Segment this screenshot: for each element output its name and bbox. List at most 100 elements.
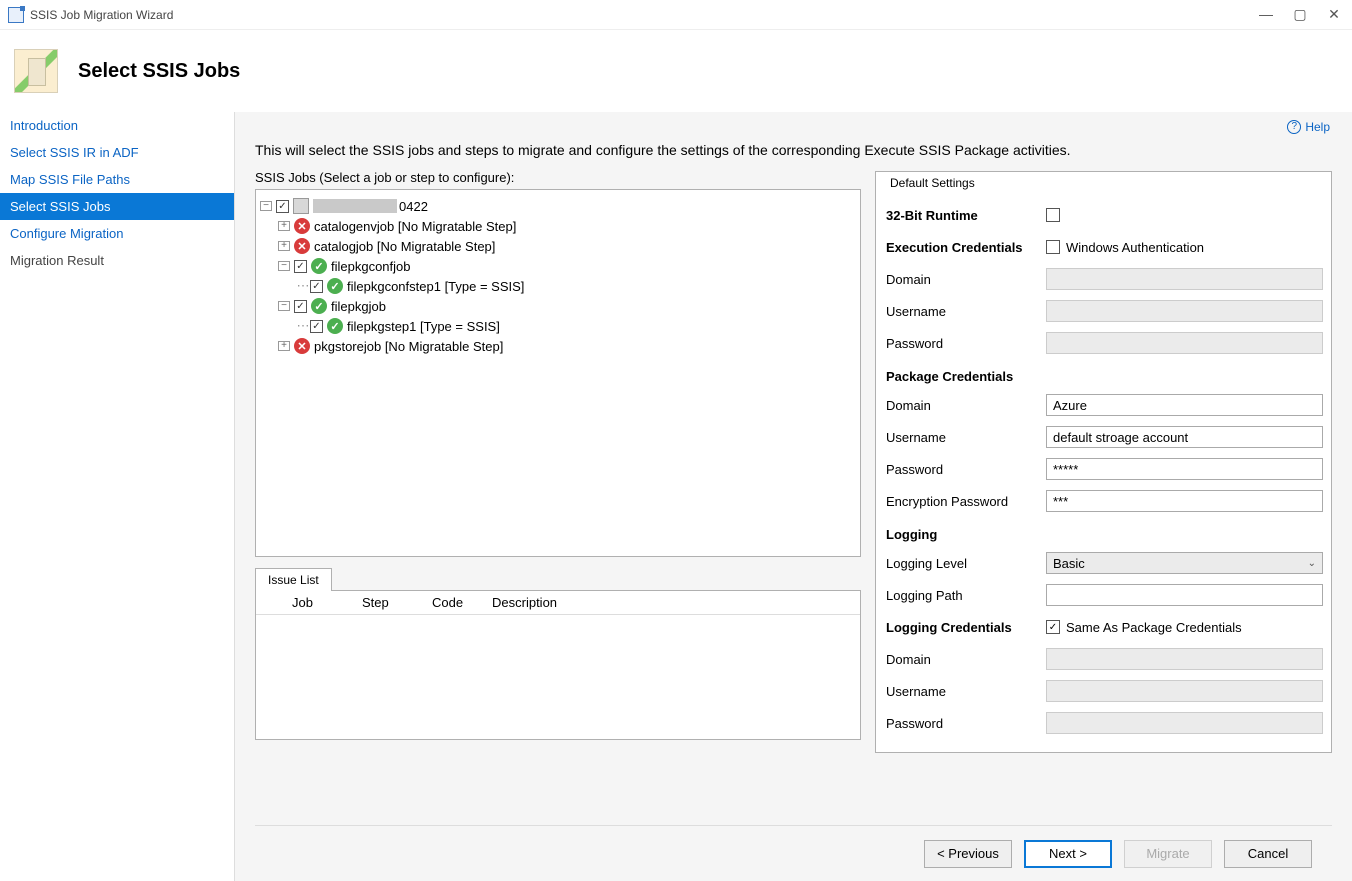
label-logging-credentials: Logging Credentials — [886, 620, 1046, 635]
redacted-server-name — [313, 199, 397, 213]
tree-node-pkgstorejob[interactable]: + ✕ pkgstorejob [No Migratable Step] — [260, 336, 856, 356]
label-exec-credentials: Execution Credentials — [886, 240, 1046, 255]
collapse-icon[interactable]: − — [278, 261, 290, 271]
checkbox-windows-auth[interactable] — [1046, 240, 1060, 254]
ssis-jobs-tree[interactable]: − 0422 + ✕ catalogenvjob [No Migratable … — [255, 189, 861, 557]
input-exec-username — [1046, 300, 1323, 322]
previous-button[interactable]: < Previous — [924, 840, 1012, 868]
label-log-password: Password — [886, 716, 1046, 731]
maximize-button[interactable]: ▢ — [1290, 6, 1310, 23]
issue-col-job[interactable]: Job — [284, 591, 354, 614]
issue-col-code[interactable]: Code — [424, 591, 484, 614]
issue-col-description[interactable]: Description — [484, 591, 860, 614]
sidebar-item-map-file-paths[interactable]: Map SSIS File Paths — [0, 166, 234, 193]
ok-icon: ✓ — [311, 258, 327, 274]
tree-caption: SSIS Jobs (Select a job or step to confi… — [255, 170, 861, 185]
cancel-button[interactable]: Cancel — [1224, 840, 1312, 868]
next-button[interactable]: Next > — [1024, 840, 1112, 868]
settings-panel: 32-Bit Runtime Execution Credentials Win… — [875, 193, 1332, 753]
window-title: SSIS Job Migration Wizard — [30, 8, 173, 22]
ok-icon: ✓ — [327, 278, 343, 294]
wizard-icon — [14, 49, 58, 93]
label-pkg-username: Username — [886, 430, 1046, 445]
section-package-credentials: Package Credentials — [886, 364, 1323, 390]
input-pkg-domain[interactable] — [1046, 394, 1323, 416]
label-pkg-password: Password — [886, 462, 1046, 477]
tree-node-filepkgjob[interactable]: − ✓ filepkgjob — [260, 296, 856, 316]
titlebar: SSIS Job Migration Wizard — ▢ ✕ — [0, 0, 1352, 30]
help-icon: ? — [1287, 120, 1301, 134]
sidebar-item-introduction[interactable]: Introduction — [0, 112, 234, 139]
input-encryption-password[interactable] — [1046, 490, 1323, 512]
tree-node-filepkgconfjob[interactable]: − ✓ filepkgconfjob — [260, 256, 856, 276]
tree-node-filepkgstep1[interactable]: ⋯ ✓ filepkgstep1 [Type = SSIS] — [260, 316, 856, 336]
select-logging-level-value: Basic — [1053, 556, 1085, 571]
issue-col-step[interactable]: Step — [354, 591, 424, 614]
root-suffix: 0422 — [399, 199, 428, 214]
label-exec-password: Password — [886, 336, 1046, 351]
input-exec-password — [1046, 332, 1323, 354]
label-pkg-domain: Domain — [886, 398, 1046, 413]
checkbox-32bit-runtime[interactable] — [1046, 208, 1060, 222]
server-icon — [293, 198, 309, 214]
label-same-as-pkg: Same As Package Credentials — [1066, 620, 1242, 635]
job-checkbox[interactable] — [294, 300, 307, 313]
collapse-icon[interactable]: − — [278, 301, 290, 311]
input-pkg-password[interactable] — [1046, 458, 1323, 480]
wizard-header: Select SSIS Jobs — [0, 30, 1352, 112]
error-icon: ✕ — [294, 218, 310, 234]
expand-icon[interactable]: + — [278, 241, 290, 251]
expand-icon[interactable]: + — [278, 221, 290, 231]
checkbox-same-as-pkg[interactable] — [1046, 620, 1060, 634]
help-link[interactable]: ? Help — [1287, 120, 1330, 134]
label-exec-username: Username — [886, 304, 1046, 319]
help-label: Help — [1305, 120, 1330, 134]
page-title: Select SSIS Jobs — [78, 60, 240, 83]
label-log-domain: Domain — [886, 652, 1046, 667]
tree-node-catalogjob[interactable]: + ✕ catalogjob [No Migratable Step] — [260, 236, 856, 256]
root-checkbox[interactable] — [276, 200, 289, 213]
issue-list-table: Job Step Code Description — [255, 590, 861, 740]
tree-line: ⋯ — [296, 318, 310, 334]
issue-col-blank — [256, 591, 284, 614]
collapse-icon[interactable]: − — [260, 201, 272, 211]
chevron-down-icon: ⌄ — [1308, 558, 1322, 569]
input-exec-domain — [1046, 268, 1323, 290]
input-logging-path[interactable] — [1046, 584, 1323, 606]
minimize-button[interactable]: — — [1256, 6, 1276, 23]
ok-icon: ✓ — [311, 298, 327, 314]
main-content: ? Help This will select the SSIS jobs an… — [235, 112, 1352, 881]
instruction-text: This will select the SSIS jobs and steps… — [255, 142, 1332, 158]
sidebar-item-migration-result[interactable]: Migration Result — [0, 247, 234, 274]
label-log-username: Username — [886, 684, 1046, 699]
tab-issue-list[interactable]: Issue List — [255, 568, 332, 591]
step-checkbox[interactable] — [310, 320, 323, 333]
input-pkg-username[interactable] — [1046, 426, 1323, 448]
section-logging: Logging — [886, 522, 1323, 548]
label-exec-domain: Domain — [886, 272, 1046, 287]
tree-node-filepkgconfstep1[interactable]: ⋯ ✓ filepkgconfstep1 [Type = SSIS] — [260, 276, 856, 296]
label-encryption-password: Encryption Password — [886, 494, 1046, 509]
wizard-footer: < Previous Next > Migrate Cancel — [255, 825, 1332, 881]
ok-icon: ✓ — [327, 318, 343, 334]
sidebar-item-select-ssis-jobs[interactable]: Select SSIS Jobs — [0, 193, 234, 220]
step-checkbox[interactable] — [310, 280, 323, 293]
select-logging-level[interactable]: Basic ⌄ — [1046, 552, 1323, 574]
job-checkbox[interactable] — [294, 260, 307, 273]
app-icon — [8, 7, 24, 23]
sidebar-item-configure-migration[interactable]: Configure Migration — [0, 220, 234, 247]
expand-icon[interactable]: + — [278, 341, 290, 351]
input-log-domain — [1046, 648, 1323, 670]
close-button[interactable]: ✕ — [1324, 6, 1344, 23]
error-icon: ✕ — [294, 238, 310, 254]
label-logging-path: Logging Path — [886, 588, 1046, 603]
tree-root[interactable]: − 0422 — [260, 196, 856, 216]
label-32bit-runtime: 32-Bit Runtime — [886, 208, 1046, 223]
sidebar-item-select-ssis-ir[interactable]: Select SSIS IR in ADF — [0, 139, 234, 166]
label-logging-level: Logging Level — [886, 556, 1046, 571]
tab-default-settings[interactable]: Default Settings — [875, 171, 1332, 194]
error-icon: ✕ — [294, 338, 310, 354]
tree-node-catalogenvjob[interactable]: + ✕ catalogenvjob [No Migratable Step] — [260, 216, 856, 236]
input-log-username — [1046, 680, 1323, 702]
tree-line: ⋯ — [296, 278, 310, 294]
